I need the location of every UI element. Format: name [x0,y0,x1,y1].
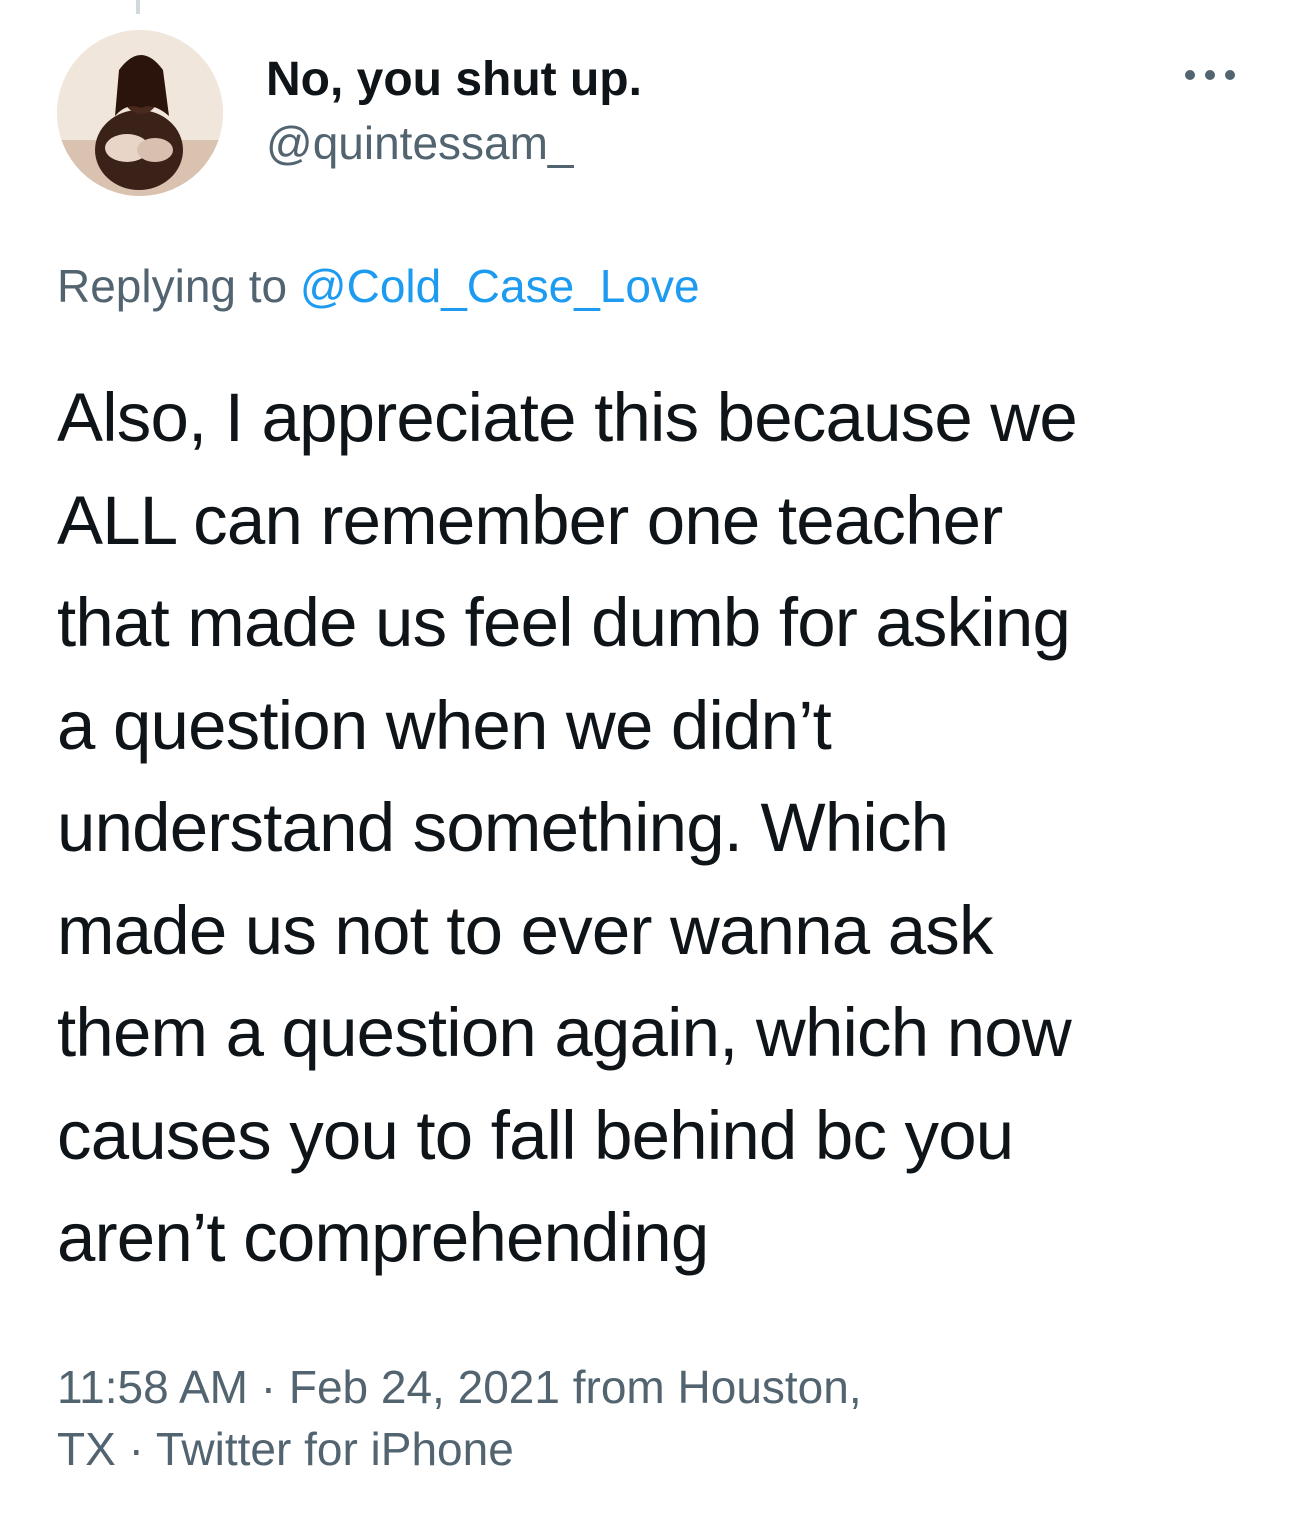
avatar[interactable] [57,30,223,196]
tweet-metadata-line-1: 11:58 AM · Feb 24, 2021 from Houston, [57,1356,1257,1418]
thread-connector-line [136,0,140,14]
tweet-metadata: 11:58 AM · Feb 24, 2021 from Houston, TX… [57,1356,1257,1480]
tweet-text-line: causes you to fall behind bc you [57,1096,1014,1174]
tweet-text-line: ALL can remember one teacher [57,481,1003,559]
location-prefix: from [572,1361,665,1413]
display-name[interactable]: No, you shut up. [266,52,642,108]
replying-to-prefix: Replying to [57,260,288,312]
user-handle[interactable]: @quintessam_ [266,116,574,170]
more-horizontal-icon [1185,70,1235,80]
tweet-text: Also, I appreciate this because we ALL c… [57,367,1257,1290]
tweet-text-line: made us not to ever wanna ask [57,891,994,969]
separator-dot: · [128,1423,144,1475]
tweet-source-link[interactable]: Twitter for iPhone [156,1423,514,1475]
tweet-time-link[interactable]: 11:58 AM [57,1361,248,1413]
replying-to-line: Replying to @Cold_Case_Love [57,258,700,314]
tweet-text-line: Also, I appreciate this because we [57,379,1078,456]
location-link-city[interactable]: Houston, [678,1361,862,1413]
separator-dot: · [260,1361,277,1413]
tweet-metadata-line-2: TX · Twitter for iPhone [57,1418,1257,1480]
tweet-date-link[interactable]: Feb 24, 2021 [289,1361,560,1413]
tweet-text-line: a question when we didn’t [57,686,832,764]
tweet-text-line: them a question again, which now [57,994,1072,1071]
more-options-button[interactable] [1180,60,1240,90]
replying-to-mention-link[interactable]: @Cold_Case_Love [300,260,700,312]
tweet-text-line: that made us feel dumb for asking [57,584,1071,661]
tweet-text-line: aren’t comprehending [57,1199,709,1276]
location-link-state[interactable]: TX [57,1423,116,1475]
tweet-text-line: understand something. Which [57,789,949,866]
avatar-photo [57,30,223,196]
